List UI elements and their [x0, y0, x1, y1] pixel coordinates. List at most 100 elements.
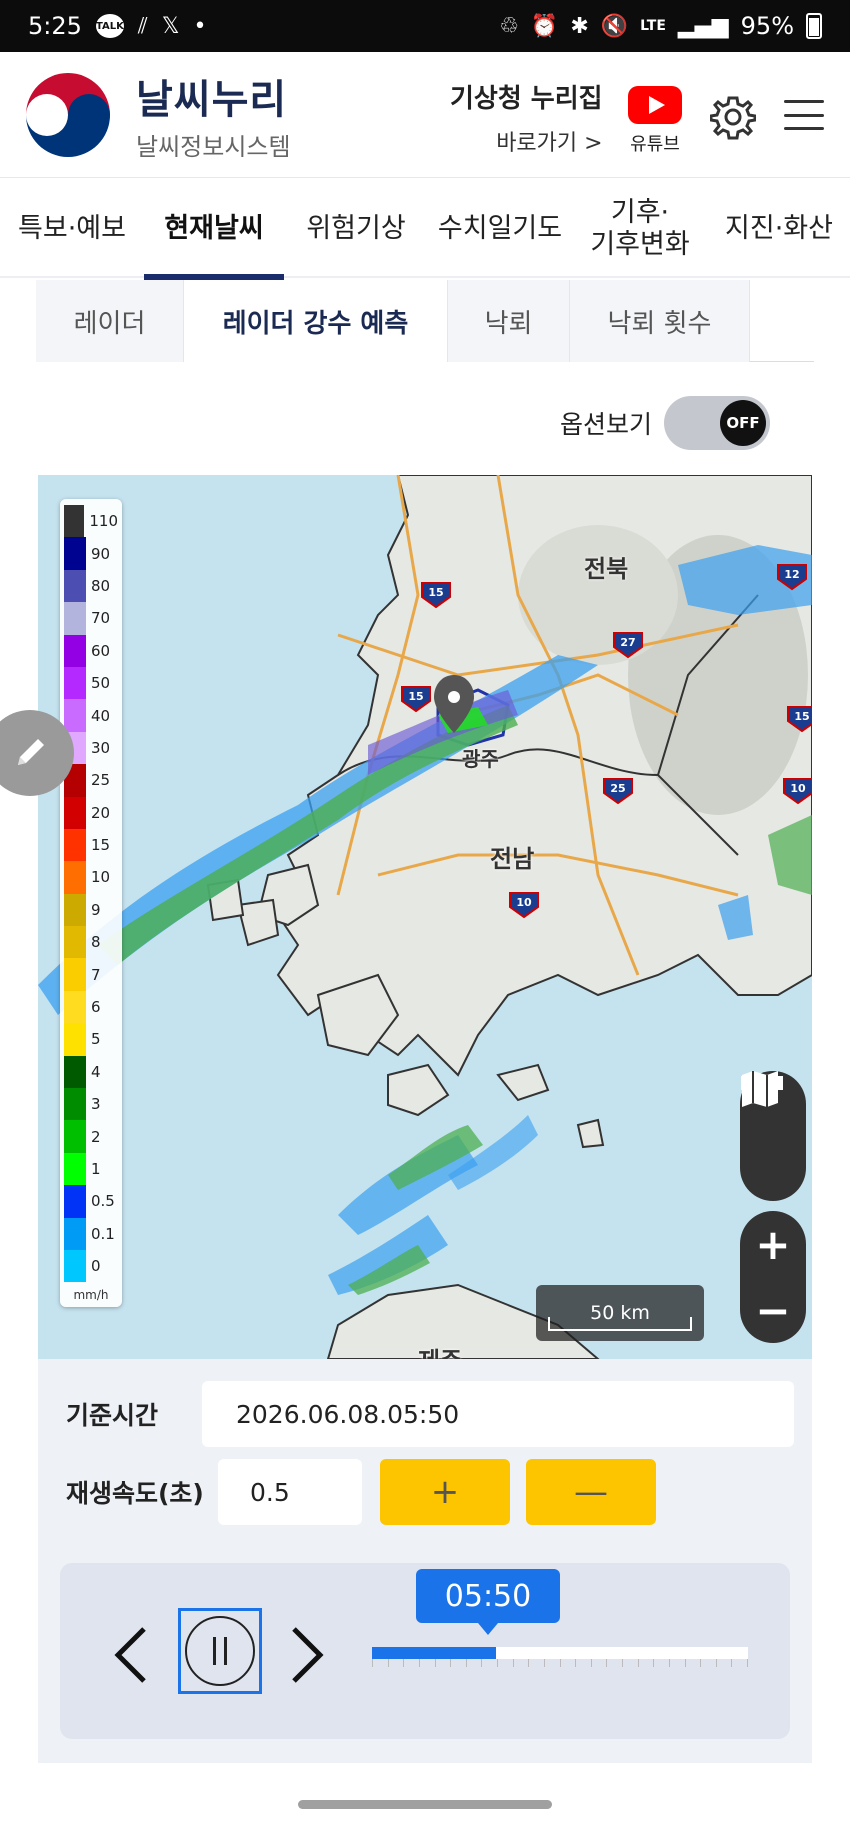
timeline-tick [559, 1659, 561, 1667]
toggle-state: OFF [720, 400, 767, 446]
region-label-jeju: 제주 [418, 1341, 462, 1359]
legend-swatch [64, 537, 86, 570]
tab-forecast[interactable]: 특보·예보 [0, 180, 144, 278]
region-label-jeonbuk: 전북 [584, 555, 629, 583]
legend-row: 0.5 [64, 1185, 118, 1218]
recycle-icon: ♲ [499, 13, 519, 39]
legend-row: 25 [64, 764, 118, 797]
timeline-tick [512, 1659, 514, 1667]
tab-weather-chart[interactable]: 수치일기도 [428, 180, 572, 278]
base-time-field[interactable]: 2026.06.08.05:50 [202, 1381, 794, 1447]
legend-value: 110 [89, 512, 118, 531]
tab-climate[interactable]: 기후· 기후변화 [572, 180, 708, 278]
subtab-radar-precip-forecast[interactable]: 레이더 강수 예측 [184, 280, 448, 362]
subtab-label: 레이더 강수 예측 [222, 308, 409, 339]
next-frame-chevron-right-icon[interactable] [282, 1615, 332, 1695]
option-toggle-row: 옵션보기 OFF [560, 396, 771, 450]
signal-slash-icon: ⫽ [137, 13, 148, 39]
radar-map[interactable]: 15 27 15 25 10 12 15 10 전북 광주 전남 제주 1109… [38, 475, 812, 1359]
network-type: LTE [640, 18, 666, 34]
legend-swatch [64, 1120, 86, 1153]
play-speed-field[interactable]: 0.5 [218, 1459, 362, 1525]
zoom-in-button[interactable]: + [740, 1211, 806, 1277]
kma-homepage-link[interactable]: 기상청 누리집 바로가기 > [450, 78, 603, 157]
subtab-radar[interactable]: 레이더 [36, 280, 184, 362]
legend-row: 50 [64, 666, 118, 700]
highway-shield-label: 10 [516, 896, 532, 909]
hamburger-menu-icon[interactable] [784, 100, 824, 130]
subtab-label: 낙뢰 [484, 308, 533, 339]
tab-label: 현재날씨 [164, 212, 264, 244]
legend-value: 70 [91, 609, 111, 628]
timeline-tick [684, 1659, 686, 1667]
tab-label: 수치일기도 [437, 212, 563, 244]
speed-plus-button[interactable]: + [380, 1459, 510, 1525]
timeline-slider[interactable] [372, 1647, 748, 1659]
legend-row: 9 [64, 893, 118, 927]
timeline-tick [668, 1659, 670, 1667]
legend-value: 0.1 [91, 1224, 115, 1243]
tab-current-weather[interactable]: 현재날씨 [144, 180, 284, 282]
legend-swatch [64, 958, 86, 991]
zoom-controls: + − [740, 1211, 806, 1343]
minus-label: — [574, 1472, 608, 1512]
highway-shield-label: 10 [790, 782, 806, 795]
region-label-gwangju: 광주 [462, 747, 499, 771]
plus-label: + [430, 1472, 460, 1512]
legend-row: 90 [64, 537, 118, 570]
option-toggle[interactable]: OFF [664, 396, 771, 450]
tab-earthquake-volcano[interactable]: 지진·화산 [708, 180, 850, 278]
legend-value: 7 [91, 965, 101, 984]
timeline-tick [731, 1659, 733, 1667]
alarm-icon: ⏰ [530, 13, 559, 39]
legend-value: 60 [91, 641, 111, 660]
youtube-link[interactable]: 유튜브 [626, 86, 684, 156]
legend-value: 10 [91, 868, 111, 887]
timeline-tick [465, 1659, 467, 1667]
highway-shield-label: 27 [620, 636, 635, 649]
youtube-icon [628, 86, 682, 124]
legend-swatch [64, 569, 86, 603]
legend-row: 15 [64, 828, 118, 862]
option-toggle-label: 옵션보기 [560, 410, 653, 439]
tab-hazard-weather[interactable]: 위험기상 [284, 180, 428, 278]
map-layers-icon[interactable] [740, 1071, 806, 1203]
timeline-tick [387, 1659, 389, 1667]
pause-button[interactable] [178, 1608, 262, 1694]
highway-shield-label: 25 [610, 782, 625, 795]
government-emblem-logo[interactable] [18, 65, 118, 165]
legend-swatch [64, 1217, 86, 1250]
prev-frame-chevron-left-icon[interactable] [106, 1615, 156, 1695]
timeline-tick [653, 1659, 655, 1667]
subtab-lightning[interactable]: 낙뢰 [448, 280, 570, 362]
legend-row: 10 [64, 861, 118, 894]
legend-row: 110 [64, 505, 118, 538]
legend-value: 1 [91, 1160, 101, 1178]
speed-minus-button[interactable]: — [526, 1459, 656, 1525]
zoom-out-button[interactable]: − [740, 1277, 806, 1343]
current-time-label: 05:50 [444, 1578, 532, 1614]
legend-value: 3 [91, 1095, 101, 1114]
legend-row: 6 [64, 990, 118, 1024]
legend-value: 9 [91, 900, 101, 919]
legend-swatch [64, 505, 85, 538]
legend-value: 30 [91, 738, 111, 757]
play-speed-label: 재생속도(초) [66, 1479, 204, 1508]
timeline-tick [590, 1659, 592, 1667]
battery-percent: 95% [740, 12, 794, 40]
playback-panel: 기준시간 2026.06.08.05:50 재생속도(초) 0.5 + — 05… [38, 1359, 812, 1763]
subtab-label: 레이더 [73, 308, 146, 339]
timeline-tick [637, 1659, 639, 1667]
kakaotalk-icon: TALK [95, 14, 124, 38]
tab-label: 지진·화산 [725, 212, 833, 244]
brand-title[interactable]: 날씨누리 [136, 67, 291, 125]
site-header: 날씨누리 날씨정보시스템 기상청 누리집 바로가기 > 유튜브 [0, 52, 850, 178]
main-nav-tabs: 특보·예보 현재날씨 위험기상 수치일기도 기후· 기후변화 지진·화산 [0, 180, 850, 282]
legend-value: 40 [91, 706, 111, 725]
timeline-tick [497, 1659, 498, 1667]
tab-label: 특보·예보 [18, 212, 126, 244]
base-time-value: 2026.06.08.05:50 [236, 1399, 460, 1429]
subtab-lightning-count[interactable]: 낙뢰 횟수 [570, 280, 750, 362]
legend-swatch [64, 1185, 86, 1218]
settings-gear-icon[interactable] [709, 94, 757, 140]
